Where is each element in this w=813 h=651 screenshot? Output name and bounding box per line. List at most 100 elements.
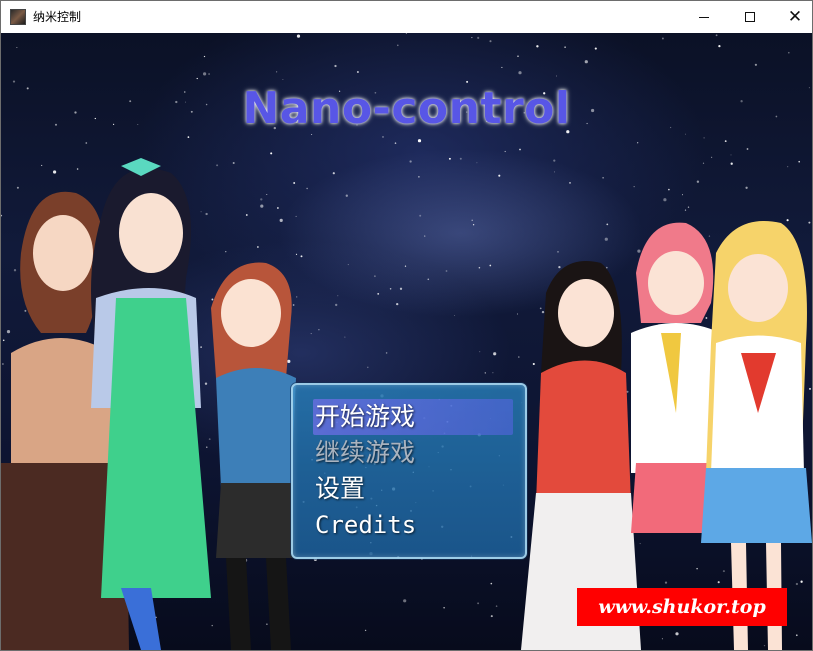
star <box>519 148 521 151</box>
star <box>417 139 422 143</box>
star <box>300 255 303 258</box>
star <box>479 351 481 353</box>
star <box>377 292 380 295</box>
star <box>187 136 190 138</box>
star <box>270 152 273 155</box>
minimize-button[interactable] <box>681 1 727 33</box>
star <box>311 134 313 135</box>
star <box>489 264 492 267</box>
star <box>696 180 700 183</box>
star <box>337 295 339 297</box>
star <box>424 235 426 237</box>
star <box>555 75 558 77</box>
star <box>367 366 369 369</box>
menu-item-new-game[interactable]: 开始游戏 <box>315 401 415 433</box>
star <box>745 186 748 189</box>
menu-item-continue[interactable]: 继续游戏 <box>315 437 415 469</box>
star <box>584 60 588 64</box>
star <box>637 142 639 144</box>
star <box>260 204 264 208</box>
star <box>518 71 522 75</box>
window-title: 纳米控制 <box>33 10 82 24</box>
star <box>730 154 732 156</box>
star <box>196 77 198 80</box>
star <box>501 66 503 68</box>
star <box>296 34 301 38</box>
star <box>454 315 456 317</box>
menu-item-credits[interactable]: Credits <box>315 509 416 541</box>
star <box>484 372 486 374</box>
star <box>471 219 473 222</box>
star <box>276 71 278 73</box>
star <box>396 302 399 306</box>
star <box>553 159 556 162</box>
star <box>746 148 749 150</box>
star <box>257 246 259 248</box>
star <box>448 157 451 160</box>
star <box>569 182 571 184</box>
maximize-button[interactable] <box>727 1 773 33</box>
star <box>344 336 346 338</box>
character-blonde-sailor <box>701 221 812 650</box>
star <box>606 223 609 226</box>
star <box>787 166 789 168</box>
star <box>663 198 667 202</box>
star <box>404 265 407 267</box>
star <box>798 160 800 163</box>
star <box>419 214 422 217</box>
star <box>687 206 690 208</box>
star <box>554 171 556 173</box>
star <box>492 372 494 374</box>
menu-item-settings[interactable]: 设置 <box>315 473 365 505</box>
star <box>478 266 481 269</box>
star <box>203 55 206 58</box>
star <box>754 63 758 66</box>
star <box>477 36 480 39</box>
watermark-text: www.shukor.top <box>598 596 766 618</box>
star <box>385 352 388 354</box>
maximize-icon <box>745 12 755 22</box>
star <box>335 303 338 307</box>
star <box>730 162 733 165</box>
star <box>277 207 279 209</box>
star <box>293 182 296 184</box>
star <box>399 287 403 290</box>
game-screen[interactable]: Nano-control 开始游戏 继续游戏 设置 Credits www.sh… <box>1 33 812 650</box>
star <box>702 162 705 164</box>
star <box>718 44 721 48</box>
star <box>260 198 263 201</box>
star <box>604 237 608 241</box>
star <box>445 270 448 272</box>
watermark-banner: www.shukor.top <box>577 588 787 626</box>
star <box>418 176 420 178</box>
star <box>332 172 335 175</box>
star <box>594 47 597 50</box>
star <box>443 607 445 609</box>
star <box>668 188 670 191</box>
star <box>703 137 705 139</box>
star <box>345 194 348 197</box>
star <box>684 209 687 211</box>
star <box>405 33 408 34</box>
star <box>490 615 493 618</box>
star <box>633 186 635 188</box>
star <box>490 582 493 585</box>
star <box>489 40 492 43</box>
app-icon <box>10 9 26 25</box>
star <box>459 157 462 160</box>
star <box>16 47 18 48</box>
star <box>282 79 284 80</box>
close-button[interactable]: ✕ <box>772 1 813 33</box>
star <box>517 55 519 57</box>
title-bar[interactable]: 纳米控制 ✕ <box>1 1 812 33</box>
star <box>245 214 248 216</box>
star <box>472 224 475 226</box>
star <box>382 135 384 138</box>
star <box>306 187 308 190</box>
star <box>85 142 88 144</box>
close-icon: ✕ <box>787 6 803 27</box>
star <box>397 44 399 47</box>
star <box>347 264 349 266</box>
star <box>364 629 367 632</box>
star <box>356 71 359 73</box>
